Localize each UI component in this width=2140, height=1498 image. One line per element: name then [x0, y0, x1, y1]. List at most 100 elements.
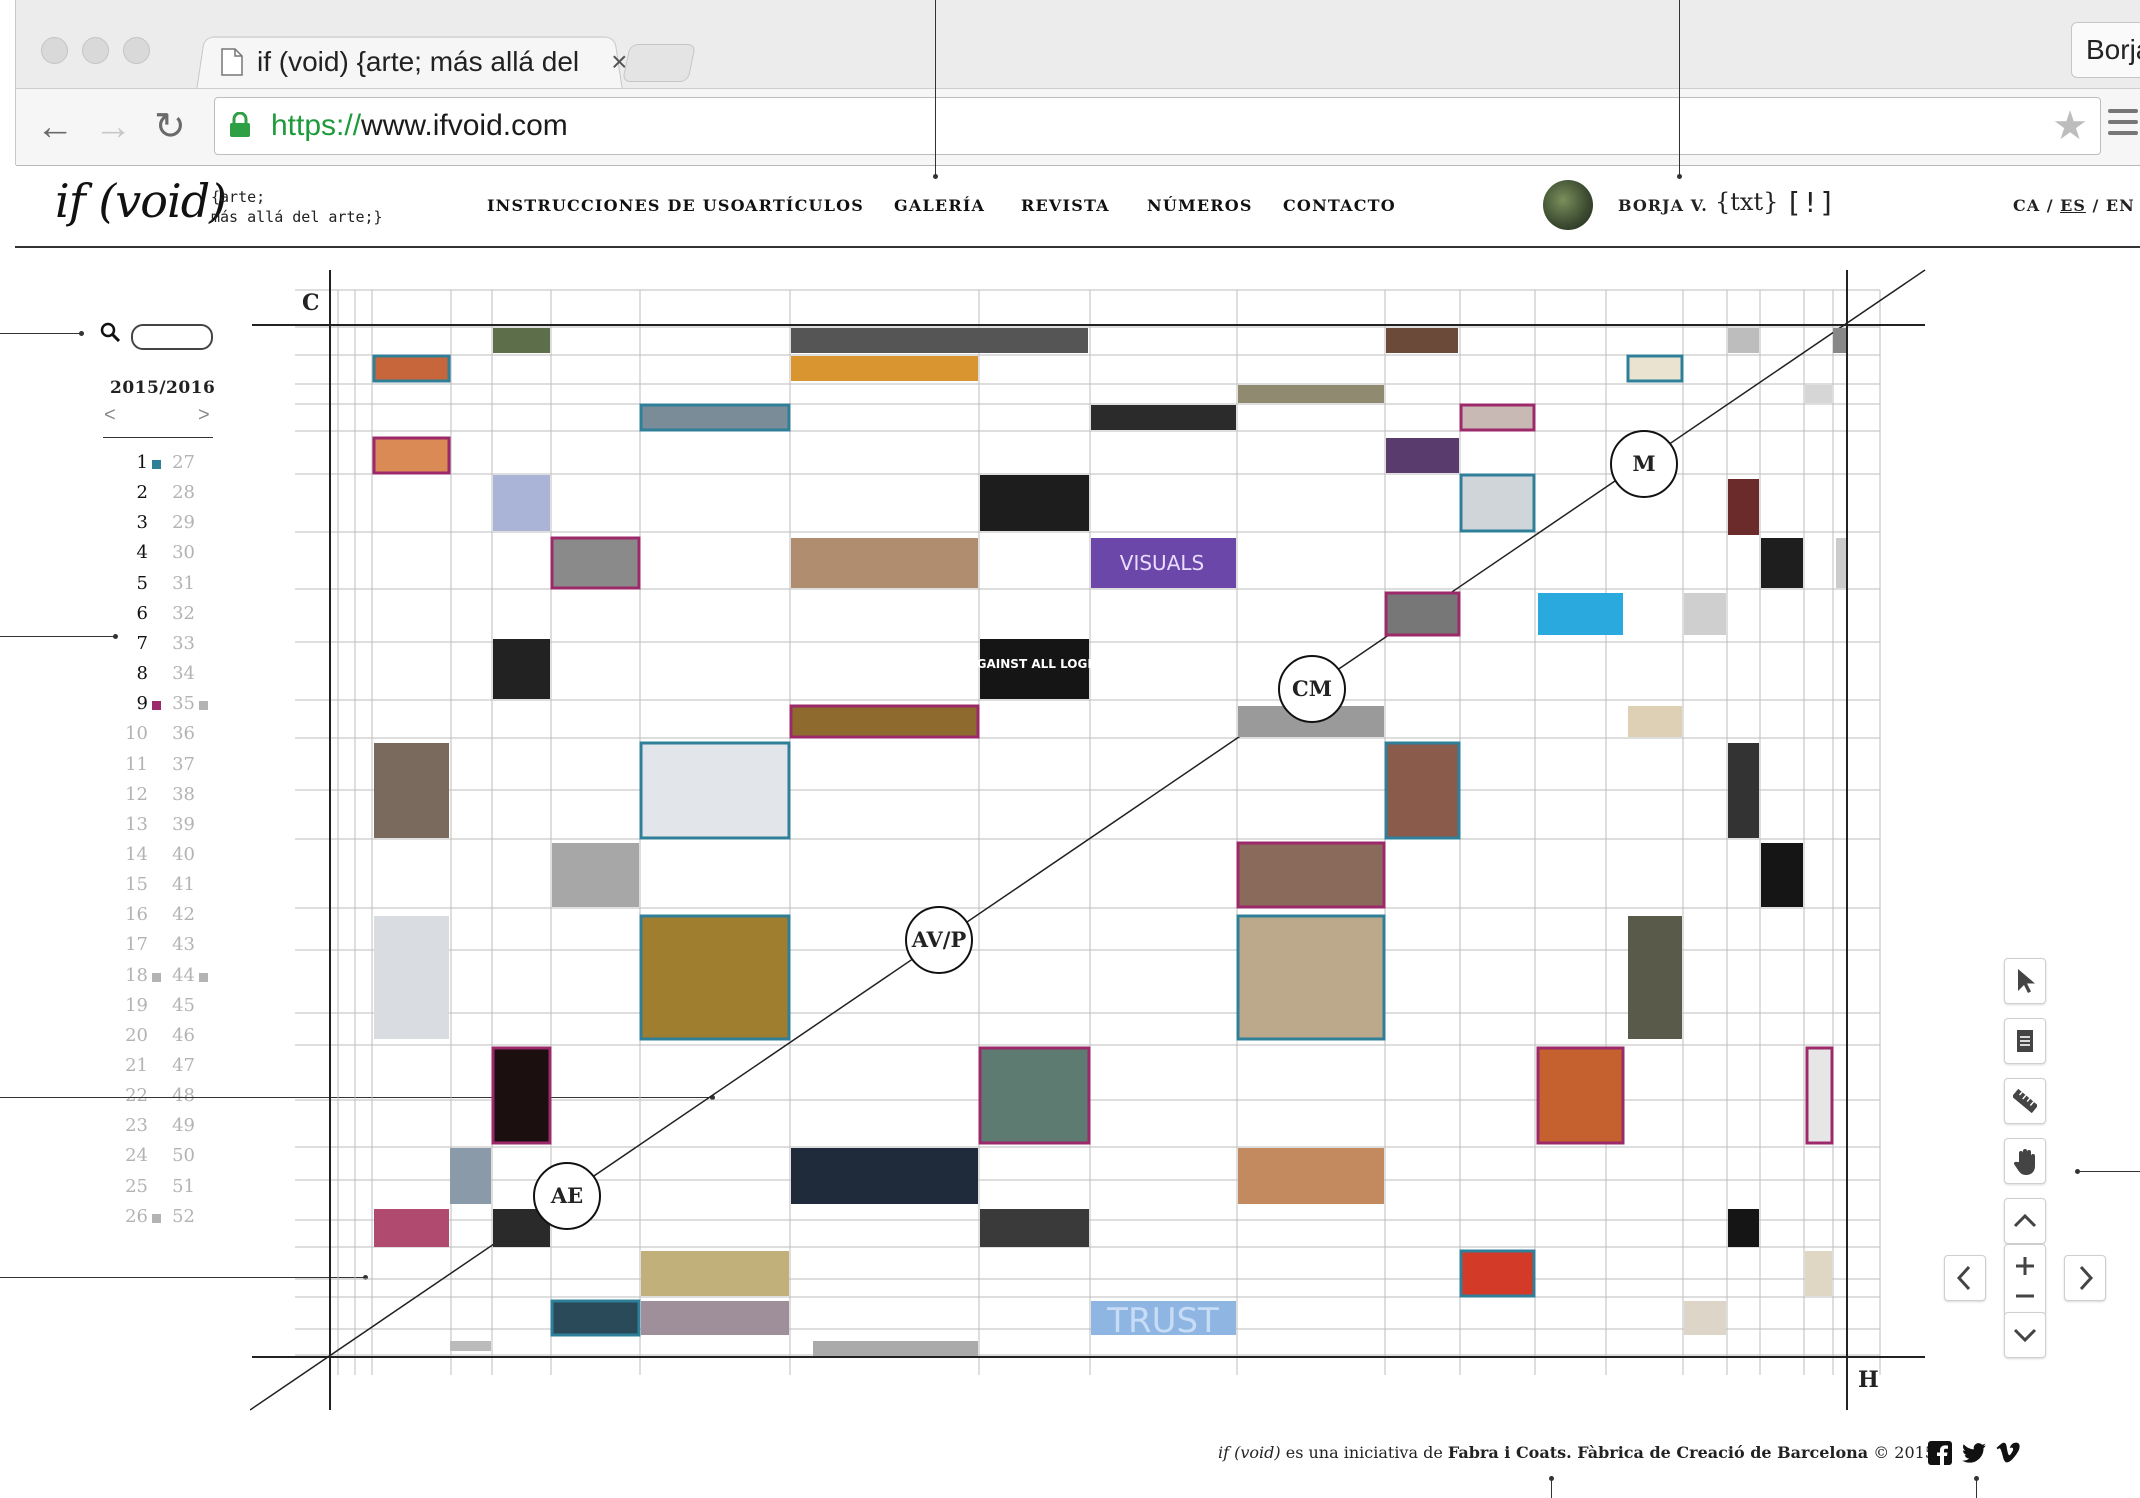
gallery-thumbnail[interactable]: [1236, 841, 1386, 909]
issue-number[interactable]: 19: [112, 995, 148, 1016]
gallery-thumbnail[interactable]: [374, 916, 449, 1039]
issue-number[interactable]: 25: [112, 1176, 148, 1197]
issue-number[interactable]: 31: [159, 573, 195, 594]
gallery-thumbnail[interactable]: [1386, 438, 1459, 473]
issue-number[interactable]: 50: [159, 1145, 195, 1166]
lang-en[interactable]: EN: [2106, 196, 2135, 215]
issue-number[interactable]: 40: [159, 844, 195, 865]
gallery-thumbnail[interactable]: [1805, 1046, 1834, 1145]
issue-number[interactable]: 29: [159, 512, 195, 533]
category-avp[interactable]: AV/P: [905, 906, 973, 974]
gallery-thumbnail[interactable]: [1805, 385, 1832, 403]
gallery-thumbnail[interactable]: [791, 356, 978, 381]
gallery-thumbnail[interactable]: [493, 328, 550, 353]
category-ae[interactable]: AE: [533, 1162, 601, 1230]
nav-numeros[interactable]: NÚMEROS: [1147, 196, 1253, 215]
gallery-thumbnail[interactable]: [813, 1341, 978, 1356]
gallery-thumbnail[interactable]: [1538, 593, 1623, 635]
gallery-thumbnail[interactable]: [1384, 591, 1461, 637]
close-window-light[interactable]: [41, 37, 68, 64]
issue-number[interactable]: 30: [159, 542, 195, 563]
gallery-thumbnail[interactable]: [450, 1148, 491, 1204]
gallery-thumbnail[interactable]: [1626, 354, 1684, 383]
issue-number[interactable]: 35: [159, 693, 195, 714]
gallery-thumbnail[interactable]: [1761, 538, 1803, 588]
lang-ca[interactable]: CA: [2013, 196, 2040, 215]
gallery-thumbnail[interactable]: [552, 843, 639, 907]
nav-articulos[interactable]: ARTÍCULOS: [745, 196, 864, 215]
alert-button[interactable]: [!]: [1785, 186, 1836, 219]
gallery-thumbnail[interactable]: [1384, 741, 1461, 840]
hand-tool[interactable]: [2004, 1138, 2046, 1184]
gallery-thumbnail[interactable]: [791, 538, 978, 588]
gallery-thumbnail[interactable]: [1386, 328, 1458, 353]
gallery-thumbnail[interactable]: [1684, 1301, 1726, 1335]
issue-number[interactable]: 13: [112, 814, 148, 835]
gallery-thumbnail[interactable]: [1628, 706, 1682, 737]
issue-number[interactable]: 36: [159, 723, 195, 744]
gallery-thumbnail[interactable]: [639, 403, 791, 432]
issue-number[interactable]: 45: [159, 995, 195, 1016]
issue-number[interactable]: 44: [159, 965, 195, 986]
gallery-thumbnail[interactable]: [789, 704, 980, 739]
gallery-thumbnail[interactable]: [1459, 1249, 1536, 1298]
gallery-thumbnail[interactable]: [1836, 538, 1846, 588]
gallery-thumbnail[interactable]: [1238, 385, 1384, 403]
gallery-thumbnail[interactable]: [1091, 405, 1236, 430]
zoom-window-light[interactable]: [123, 37, 150, 64]
zoom-in-icon[interactable]: [2013, 1254, 2037, 1310]
pan-up-button[interactable]: [2004, 1198, 2046, 1244]
gallery-thumbnail[interactable]: [1459, 473, 1536, 533]
gallery-thumbnail[interactable]: [1833, 328, 1846, 353]
gallery-thumbnail[interactable]: [550, 1299, 641, 1337]
gallery-thumbnail[interactable]: [1628, 916, 1682, 1039]
gallery-thumbnail[interactable]: [493, 475, 550, 531]
issue-number[interactable]: 38: [159, 784, 195, 805]
txt-button[interactable]: {txt}: [1715, 188, 1778, 216]
gallery-thumbnail[interactable]: [1459, 403, 1536, 432]
browser-menu-icon[interactable]: [2108, 109, 2138, 142]
issue-number[interactable]: 47: [159, 1055, 195, 1076]
issue-number[interactable]: 27: [159, 452, 195, 473]
gallery-thumbnail[interactable]: [372, 354, 451, 383]
document-tool[interactable]: [2004, 1018, 2046, 1064]
issue-number[interactable]: 14: [112, 844, 148, 865]
issue-number[interactable]: 11: [112, 754, 148, 775]
issue-number[interactable]: 33: [159, 633, 195, 654]
issue-number[interactable]: 5: [112, 573, 148, 594]
issue-number[interactable]: 9: [112, 693, 148, 714]
season-next-button[interactable]: >: [198, 404, 210, 427]
nav-revista[interactable]: REVISTA: [1021, 196, 1110, 215]
pan-down-button[interactable]: [2004, 1312, 2046, 1358]
issue-number[interactable]: 23: [112, 1115, 148, 1136]
issue-number[interactable]: 49: [159, 1115, 195, 1136]
issue-number[interactable]: 1: [112, 452, 148, 473]
issue-number[interactable]: 3: [112, 512, 148, 533]
lang-es[interactable]: ES: [2060, 196, 2086, 215]
gallery-thumbnail[interactable]: [641, 1301, 789, 1335]
issue-number[interactable]: 34: [159, 663, 195, 684]
issue-number[interactable]: 18: [112, 965, 148, 986]
category-cm[interactable]: CM: [1278, 655, 1346, 723]
gallery-thumbnail[interactable]: [1728, 479, 1759, 535]
pan-left-button[interactable]: [1944, 1255, 1986, 1301]
gallery-thumbnail[interactable]: [372, 436, 451, 475]
issue-number[interactable]: 16: [112, 904, 148, 925]
site-logo[interactable]: if (void): [55, 174, 227, 228]
issue-number[interactable]: 41: [159, 874, 195, 895]
gallery-thumbnail[interactable]: [374, 1209, 449, 1247]
gallery-thumbnail[interactable]: [639, 741, 791, 840]
user-name[interactable]: BORJA V.: [1618, 196, 1708, 215]
gallery-thumbnail[interactable]: [550, 536, 641, 590]
issue-number[interactable]: 24: [112, 1145, 148, 1166]
minimize-window-light[interactable]: [82, 37, 109, 64]
issue-number[interactable]: 6: [112, 603, 148, 624]
gallery-thumbnail[interactable]: [791, 328, 1088, 353]
issue-number[interactable]: 43: [159, 934, 195, 955]
gallery-thumbnail[interactable]: [1684, 593, 1726, 635]
twitter-icon[interactable]: [1961, 1440, 1987, 1466]
search-input[interactable]: [131, 324, 213, 350]
back-arrow-icon[interactable]: ←: [36, 105, 74, 149]
gallery-grid[interactable]: VISUALS AGAINST ALL LOGIC TRUST: [250, 268, 1930, 1413]
issue-number[interactable]: 52: [159, 1206, 195, 1227]
